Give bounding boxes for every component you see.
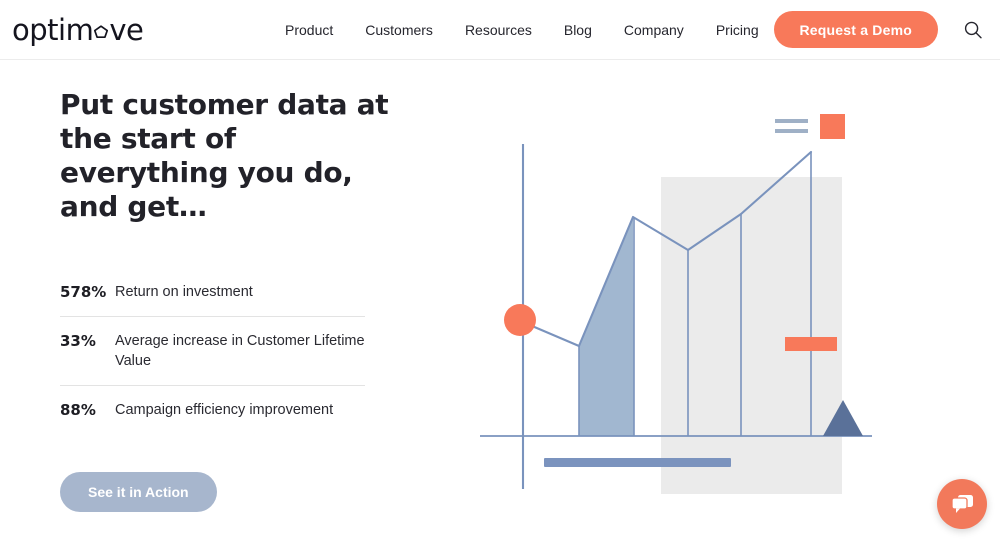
logo[interactable]: optim ve (12, 12, 144, 47)
logo-pentagon-icon (93, 12, 109, 39)
stat-label: Return on investment (115, 284, 253, 300)
stat-label: Campaign efficiency improvement (115, 402, 334, 418)
main-nav: Product Customers Resources Blog Company… (285, 0, 759, 60)
nav-item-company[interactable]: Company (624, 22, 684, 38)
chart-orange-accent-bar (785, 337, 837, 351)
chart-bottom-bar (544, 458, 731, 467)
list-item: 578% Return on investment (60, 268, 365, 317)
nav-item-blog[interactable]: Blog (564, 22, 592, 38)
search-icon[interactable] (963, 20, 983, 40)
stat-value: 33% (60, 332, 96, 350)
logo-text-before: optim (12, 13, 94, 47)
stat-value: 88% (60, 401, 96, 419)
nav-item-customers[interactable]: Customers (365, 22, 433, 38)
request-demo-button[interactable]: Request a Demo (773, 11, 938, 48)
see-it-in-action-button[interactable]: See it in Action (60, 472, 217, 512)
logo-text-after: ve (109, 13, 144, 47)
stat-value: 578% (60, 283, 107, 301)
hero-left-column: Put customer data at the start of everyt… (60, 88, 420, 512)
chat-widget[interactable] (937, 479, 987, 529)
stats-list: 578% Return on investment 33% Average in… (60, 268, 365, 434)
chart-graphic (480, 114, 872, 494)
chart-start-marker-circle (504, 304, 536, 336)
hero-illustration (460, 90, 890, 510)
list-item: 33% Average increase in Customer Lifetim… (60, 317, 365, 386)
nav-item-pricing[interactable]: Pricing (716, 22, 759, 38)
site-header: optim ve Product Customers Resources Blo… (0, 0, 1000, 60)
page-title: Put customer data at the start of everyt… (60, 88, 389, 223)
speech-bubbles-icon (948, 490, 976, 519)
legend-orange-square (820, 114, 845, 139)
stat-label: Average increase in Customer Lifetime Va… (115, 333, 365, 369)
list-item: 88% Campaign efficiency improvement (60, 386, 365, 434)
nav-item-product[interactable]: Product (285, 22, 333, 38)
nav-item-resources[interactable]: Resources (465, 22, 532, 38)
